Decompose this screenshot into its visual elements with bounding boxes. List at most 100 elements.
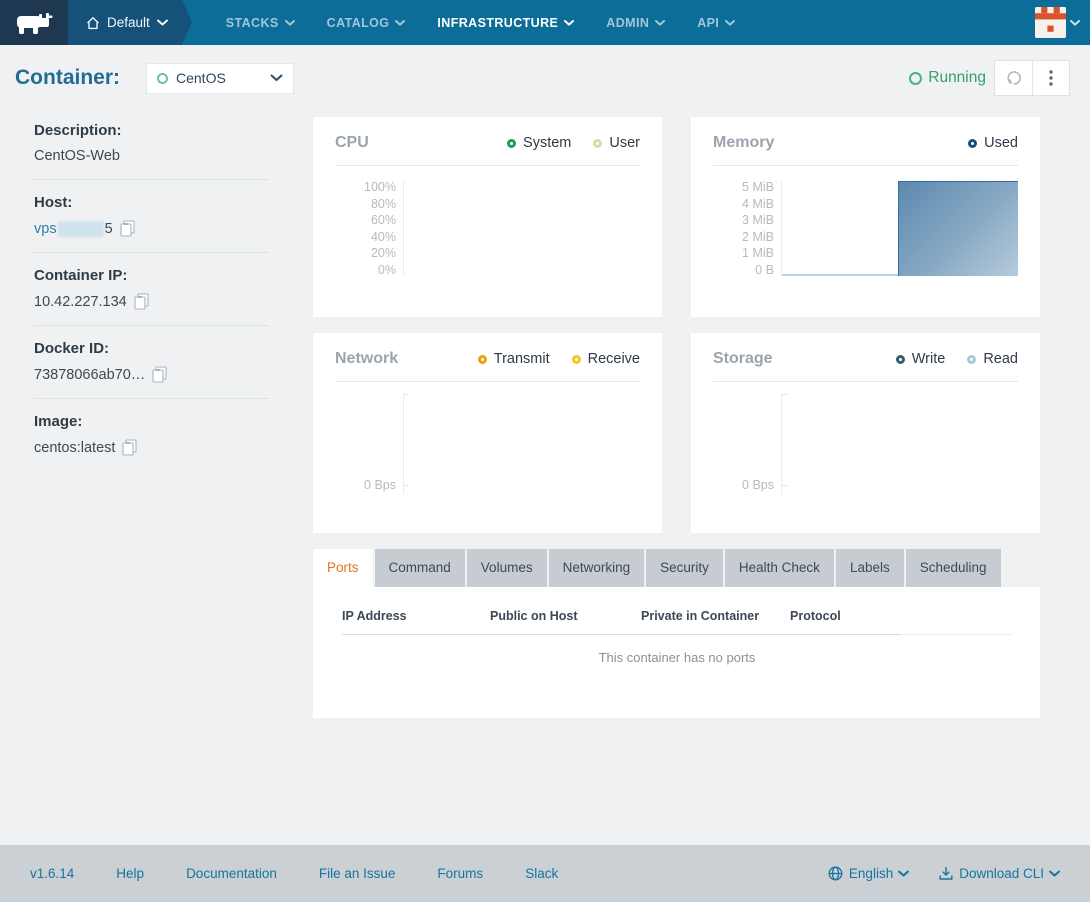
legend-label: Receive [588,351,640,367]
status-ring-icon [157,73,168,84]
column-header-public-on-host[interactable]: Public on Host [490,609,641,623]
storage-chart-card: Storage Write Read 0 Bps [691,333,1040,533]
container-select[interactable]: CentOS [146,63,294,94]
footer-link-help[interactable]: Help [116,866,144,881]
nav-label: STACKS [226,16,279,30]
docker-id-section: Docker ID: 73878066ab70… [34,340,269,383]
image-label: Image: [34,413,269,430]
legend-ring-icon [896,355,905,364]
header-actions: Running [909,60,1070,96]
rancher-logo[interactable] [0,0,68,45]
column-header-protocol[interactable]: Protocol [790,609,900,623]
user-menu[interactable] [1035,0,1090,45]
divider [335,165,640,166]
tab-volumes[interactable]: Volumes [467,549,547,587]
copy-icon[interactable] [122,439,137,456]
environment-label: Default [107,15,150,30]
tab-security[interactable]: Security [646,549,723,587]
cpu-chart-title: CPU [335,134,369,152]
tab-command[interactable]: Command [375,549,465,587]
environment-selector[interactable]: Default [68,0,182,45]
chevron-down-icon [1070,20,1080,26]
ports-table-header: IP Address Public on Host Private in Con… [342,609,1012,635]
rancher-cow-icon [14,10,54,36]
chevron-down-icon [157,19,168,26]
legend-label: Write [912,351,946,367]
storage-plot: 0 Bps [713,394,1018,494]
stat-charts: CPU System User 100%80%60% 40%20%0% [313,117,1040,533]
divider [713,165,1018,166]
empty-table-message: This container has no ports [342,650,1012,665]
download-cli-menu[interactable]: Download CLI [939,866,1060,881]
status-ring-icon [909,72,922,85]
host-link[interactable]: vps [34,221,57,237]
container-ip-value: 10.42.227.134 [34,294,127,310]
tab-health-check[interactable]: Health Check [725,549,834,587]
copy-icon[interactable] [152,366,167,383]
nav-item-api[interactable]: API [681,0,751,45]
container-ip-label: Container IP: [34,267,269,284]
container-ip-section: Container IP: 10.42.227.134 [34,267,269,310]
column-header-private-in-container[interactable]: Private in Container [641,609,790,623]
cpu-y-axis: 100%80%60% 40%20%0% [335,181,403,276]
container-info-sidebar: Description: CentOS-Web Host: vps5 Conta… [34,117,269,718]
nav-label: CATALOG [327,16,390,30]
language-label: English [849,866,893,881]
network-chart-card: Network Transmit Receive 0 Bps [313,333,662,533]
column-header-ip-address[interactable]: IP Address [342,609,490,623]
tab-networking[interactable]: Networking [549,549,645,587]
footer: v1.6.14 Help Documentation File an Issue… [0,845,1090,902]
nav-item-infrastructure[interactable]: INFRASTRUCTURE [421,0,590,45]
nav-label: INFRASTRUCTURE [437,16,558,30]
nav-item-catalog[interactable]: CATALOG [311,0,422,45]
host-section: Host: vps5 [34,194,269,237]
network-plot: 0 Bps [335,394,640,494]
host-label: Host: [34,194,269,211]
description-value: CentOS-Web [34,148,269,164]
memory-plot-area [781,181,1018,276]
copy-icon[interactable] [120,220,135,237]
legend-label: Transmit [494,351,550,367]
nav-item-stacks[interactable]: STACKS [210,0,311,45]
storage-y-axis: 0 Bps [713,394,781,494]
nav-label: ADMIN [606,16,649,30]
footer-link-file-an-issue[interactable]: File an Issue [319,866,396,881]
chevron-down-icon [1049,870,1060,877]
restart-button[interactable] [995,61,1032,95]
top-nav: Default STACKS CATALOG INFRASTRUCTURE AD… [0,0,1090,45]
nav-items: STACKS CATALOG INFRASTRUCTURE ADMIN API [210,0,752,45]
tab-scheduling[interactable]: Scheduling [906,549,1001,587]
detail-tabs: Ports Command Volumes Networking Securit… [313,549,1040,587]
nav-label: API [697,16,719,30]
image-section: Image: centos:latest [34,413,269,456]
legend-ring-icon [967,355,976,364]
description-label: Description: [34,122,269,139]
language-menu[interactable]: English [828,866,909,881]
footer-link-slack[interactable]: Slack [525,866,558,881]
status-badge: Running [909,69,986,87]
memory-plot: 5 MiB4 MiB3 MiB 2 MiB1 MiB0 B [713,181,1018,276]
legend-ring-icon [572,355,581,364]
tab-labels[interactable]: Labels [836,549,904,587]
chevron-down-icon [725,20,735,26]
footer-link-documentation[interactable]: Documentation [186,866,277,881]
chevron-down-icon [655,20,665,26]
network-axis-line [403,394,404,494]
memory-used-area [898,181,1018,276]
page-title: Container: [15,66,120,90]
tab-ports[interactable]: Ports [313,549,373,587]
legend-label: Used [984,135,1018,151]
nav-item-admin[interactable]: ADMIN [590,0,681,45]
footer-link-forums[interactable]: Forums [437,866,483,881]
copy-icon[interactable] [134,293,149,310]
storage-axis-line [781,394,782,494]
divider [34,398,269,399]
download-cli-label: Download CLI [959,866,1044,881]
cpu-plot: 100%80%60% 40%20%0% [335,181,640,276]
environment-arrow [182,0,192,44]
docker-id-value: 73878066ab70… [34,367,145,383]
memory-y-axis: 5 MiB4 MiB3 MiB 2 MiB1 MiB0 B [713,181,781,276]
description-section: Description: CentOS-Web [34,122,269,164]
memory-legend: Used [968,135,1018,151]
more-actions-button[interactable] [1032,61,1069,95]
